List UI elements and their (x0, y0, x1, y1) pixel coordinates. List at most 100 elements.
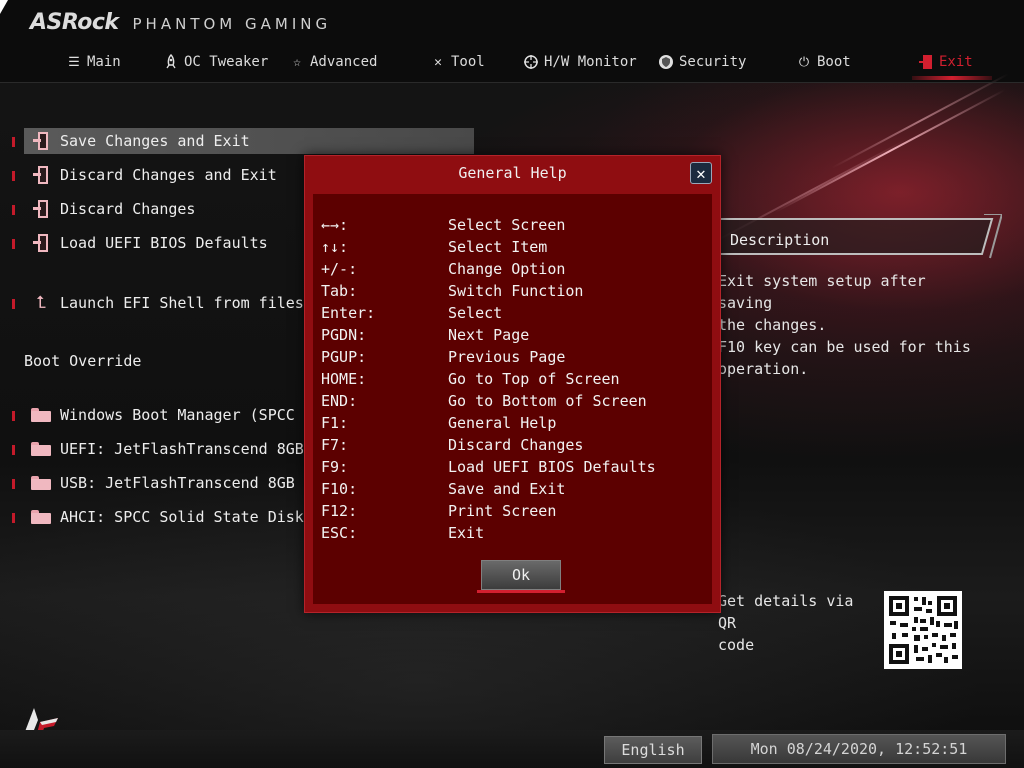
main-tab-bar: ☰ Main OC Tweaker ☆ Advanced ✕ Tool H/W … (0, 46, 1024, 83)
shell-arrow-icon: ⮤ (35, 293, 47, 313)
menu-item-save-changes-and-exit[interactable]: Save Changes and Exit (12, 128, 474, 154)
folder-icon (30, 507, 52, 527)
description-line: the changes. (718, 316, 827, 334)
help-row: Enter: Select (321, 304, 701, 326)
tab-security[interactable]: Security (658, 50, 746, 74)
help-description: Change Option (448, 260, 566, 278)
help-row: HOME: Go to Top of Screen (321, 370, 701, 392)
exit-door-icon (30, 165, 52, 185)
help-row: +/-: Change Option (321, 260, 701, 282)
mouse-cursor-icon (0, 0, 8, 14)
tab-label: Security (679, 54, 747, 70)
qr-caption-line: Get details via QR (718, 592, 854, 632)
item-marker (12, 299, 15, 309)
help-key: HOME: (321, 370, 367, 388)
help-row: ESC: Exit (321, 524, 701, 546)
menu-item-discard-changes[interactable]: Discard Changes (12, 196, 196, 222)
tab-advanced[interactable]: ☆ Advanced (289, 50, 377, 74)
tab-label: Boot (817, 54, 851, 70)
ok-button[interactable]: Ok (481, 560, 561, 590)
help-description: Next Page (448, 326, 530, 344)
item-marker (12, 479, 15, 489)
help-key: PGDN: (321, 326, 367, 344)
help-key: PGUP: (321, 348, 367, 366)
exit-door-icon (30, 131, 52, 151)
tools-icon: ✕ (434, 54, 442, 70)
help-description: Load UEFI BIOS Defaults (448, 458, 656, 476)
brand-subtitle: PHANTOM GAMING (132, 15, 332, 33)
folder-icon (30, 405, 52, 425)
help-key: +/-: (321, 260, 358, 278)
brand-name: ASRock (30, 10, 119, 35)
help-row: F7: Discard Changes (321, 436, 701, 458)
description-title: Description (730, 231, 830, 249)
tab-tool[interactable]: ✕ Tool (430, 50, 485, 74)
boot-item-ahci-spcc[interactable]: AHCI: SPCC Solid State Disk (12, 504, 304, 530)
menu-item-load-uefi-defaults[interactable]: Load UEFI BIOS Defaults (12, 230, 268, 256)
help-row: F12: Print Screen (321, 502, 701, 524)
menu-item-label: AHCI: SPCC Solid State Disk (60, 508, 304, 526)
exit-door-icon (30, 199, 52, 219)
ok-button-accent (477, 590, 565, 593)
tab-label: H/W Monitor (544, 54, 637, 70)
tab-hw-monitor[interactable]: H/W Monitor (523, 50, 637, 74)
help-key: ←→: (321, 216, 349, 234)
item-marker (12, 137, 15, 147)
description-line: operation. (718, 360, 809, 378)
brand-logo: ASRock PHANTOM GAMING (30, 10, 331, 36)
help-description: Switch Function (448, 282, 584, 300)
qr-caption: Get details via QR code (718, 590, 878, 656)
help-key: ESC: (321, 524, 358, 542)
help-description: Select Item (448, 238, 548, 256)
help-row: ←→: Select Screen (321, 216, 701, 238)
help-row: F1: General Help (321, 414, 701, 436)
menu-item-discard-changes-and-exit[interactable]: Discard Changes and Exit (12, 162, 277, 188)
help-row: F9: Load UEFI BIOS Defaults (321, 458, 701, 480)
exit-icon (918, 54, 934, 70)
boot-item-usb-jetflash[interactable]: USB: JetFlashTranscend 8GB 8.07 (12, 470, 340, 496)
qr-code-icon (884, 591, 962, 669)
language-button[interactable]: English (604, 736, 702, 764)
menu-item-label: Save Changes and Exit (60, 132, 250, 150)
tab-main[interactable]: ☰ Main (66, 50, 121, 74)
help-description: Select Screen (448, 216, 566, 234)
item-marker (12, 411, 15, 421)
help-description: Exit (448, 524, 485, 542)
help-key: END: (321, 392, 358, 410)
qr-caption-line: code (718, 636, 755, 654)
menu-item-label: USB: JetFlashTranscend 8GB 8.07 (60, 474, 340, 492)
tab-exit[interactable]: Exit (918, 50, 973, 74)
help-key: ↑↓: (321, 238, 349, 256)
item-marker (12, 205, 15, 215)
folder-icon (30, 439, 52, 459)
menu-item-label: Discard Changes (60, 200, 196, 218)
item-marker (12, 445, 15, 455)
description-hint: F10 key can be used for this operation. (718, 336, 978, 380)
dialog-body: ←→: Select Screen ↑↓: Select Item +/-: Chan… (313, 194, 712, 604)
tab-boot[interactable]: ⏻ Boot (796, 50, 851, 74)
description-text: Exit system setup after saving the chang… (718, 270, 978, 336)
help-key: F10: (321, 480, 358, 498)
tab-label: Advanced (310, 54, 378, 70)
tab-label: Exit (939, 54, 973, 70)
help-row: F10: Save and Exit (321, 480, 701, 502)
help-key: Tab: (321, 282, 358, 300)
close-icon[interactable]: ✕ (690, 162, 712, 184)
item-marker (12, 513, 15, 523)
help-key: F9: (321, 458, 349, 476)
shield-icon (658, 54, 674, 70)
active-tab-indicator (912, 76, 992, 80)
folder-icon (30, 473, 52, 493)
help-row: ↑↓: Select Item (321, 238, 701, 260)
help-row: PGDN: Next Page (321, 326, 701, 348)
exit-door-icon (30, 233, 52, 253)
help-description: Previous Page (448, 348, 566, 366)
help-row: END: Go to Bottom of Screen (321, 392, 701, 414)
crosshair-icon (523, 54, 539, 70)
help-description: Go to Bottom of Screen (448, 392, 647, 410)
star-icon: ☆ (293, 54, 301, 70)
help-description: Save and Exit (448, 480, 566, 498)
general-help-dialog: General Help ✕ ←→: Select Screen ↑↓: Selec… (304, 155, 721, 613)
tab-oc-tweaker[interactable]: OC Tweaker (163, 50, 268, 74)
dialog-title: General Help (458, 164, 567, 182)
